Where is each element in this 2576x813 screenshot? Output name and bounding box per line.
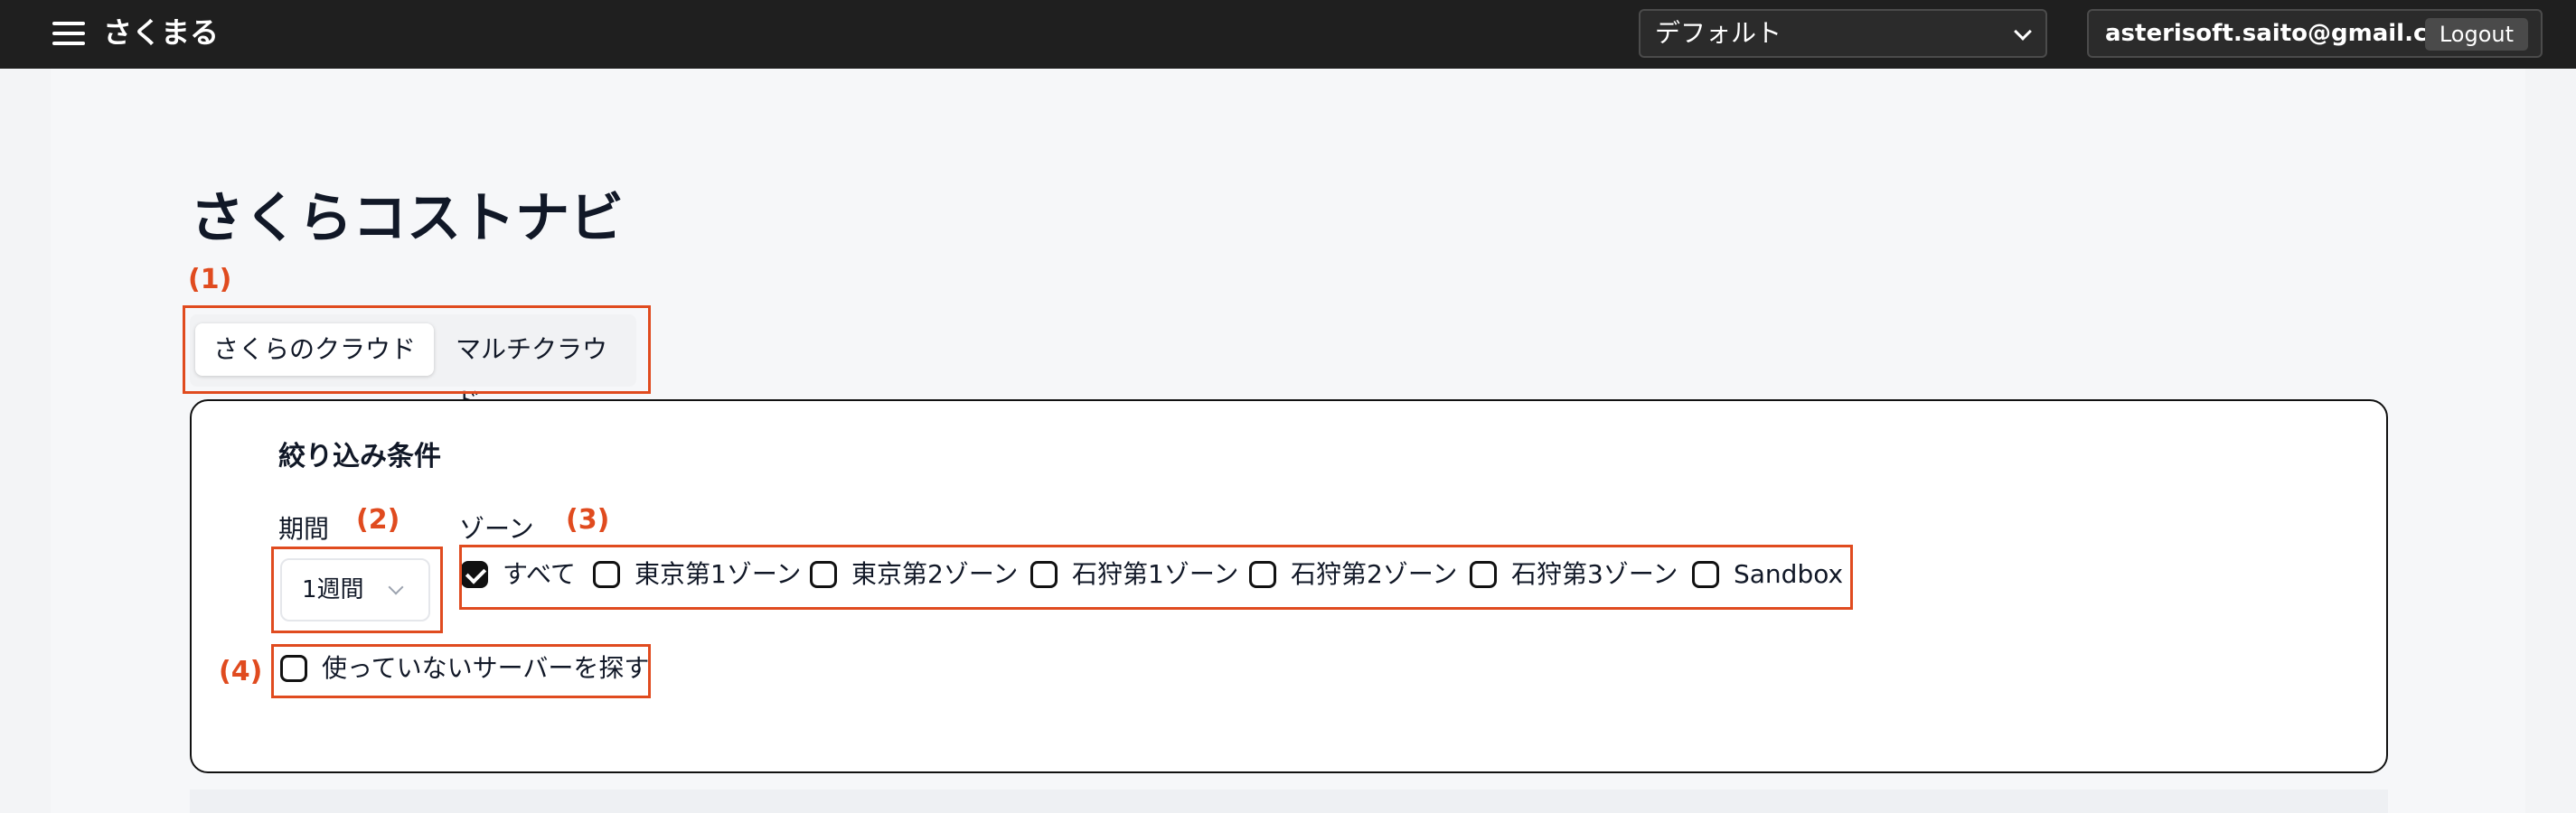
annotation-box-4 <box>271 644 651 698</box>
annotation-box-2 <box>271 547 443 633</box>
annotation-3: (3) <box>566 504 610 536</box>
annotation-box-1 <box>183 305 651 394</box>
environment-select[interactable]: デフォルト <box>1639 9 2047 58</box>
chevron-down-icon <box>2014 23 2032 41</box>
user-email: asterisoft.saito@gmail.com <box>2105 20 2468 47</box>
brand-name: さくまる <box>103 15 220 50</box>
hamburger-menu-icon[interactable] <box>52 20 85 47</box>
top-bar: さくまる デフォルト asterisoft.saito@gmail.com Lo… <box>0 0 2576 69</box>
filter-title: 絞り込み条件 <box>278 441 441 472</box>
annotation-1: (1) <box>188 264 232 295</box>
logout-button[interactable]: Logout <box>2424 18 2528 51</box>
page-title: さくらコストナビ <box>190 187 624 250</box>
environment-select-value: デフォルト <box>1655 18 1782 48</box>
annotation-2: (2) <box>356 504 400 536</box>
user-box: asterisoft.saito@gmail.com Logout <box>2087 9 2543 58</box>
annotation-4: (4) <box>219 656 263 687</box>
annotation-box-3 <box>459 545 1853 610</box>
zone-label: ゾーン <box>459 514 534 544</box>
next-section-edge <box>190 790 2388 813</box>
period-label: 期間 <box>278 514 330 544</box>
